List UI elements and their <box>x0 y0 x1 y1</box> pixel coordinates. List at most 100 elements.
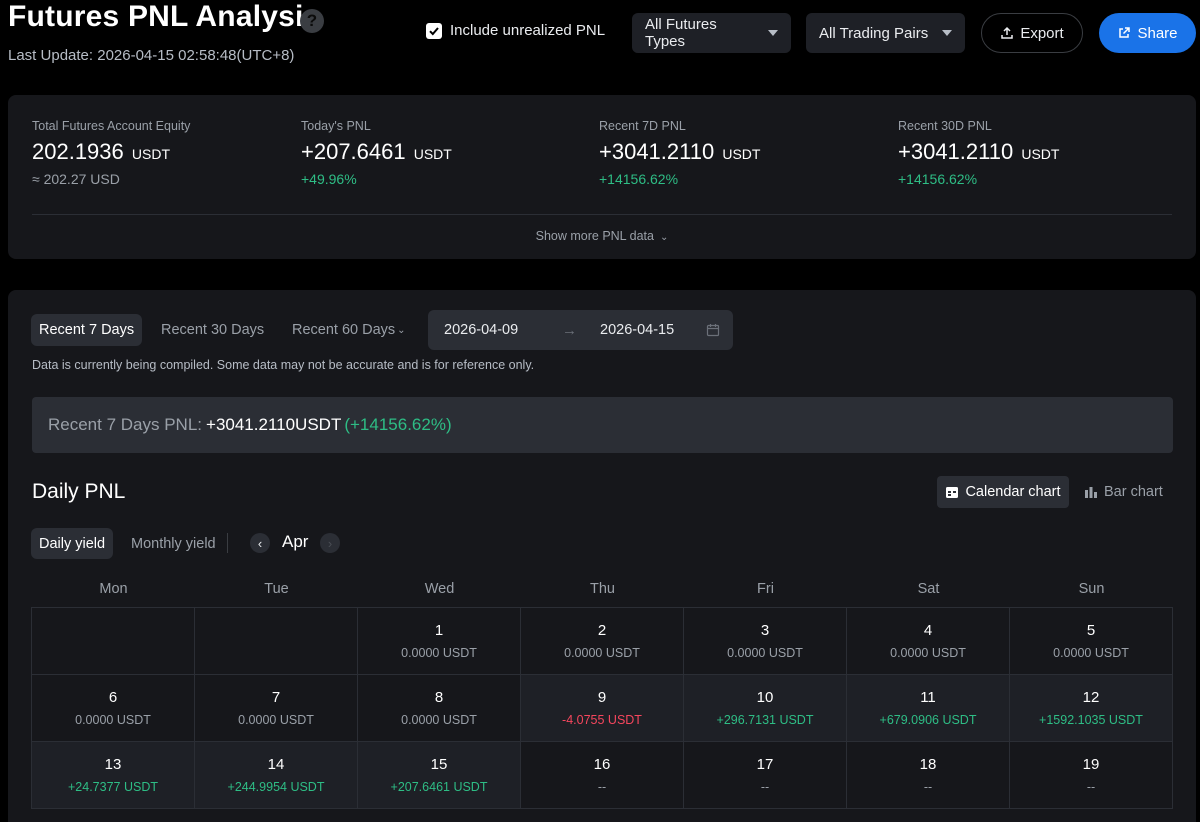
day-number: 19 <box>1082 756 1100 773</box>
caret-down-icon <box>942 30 952 36</box>
futures-type-select[interactable]: All Futures Types <box>632 13 791 53</box>
prev-month-button[interactable]: ‹ <box>250 533 270 553</box>
day-pnl: +244.9954 USDT <box>227 780 325 794</box>
stat-sub: +49.96% <box>301 171 357 187</box>
tab-recent-7-days[interactable]: Recent 7 Days <box>31 314 143 346</box>
calendar-chart-label: Calendar chart <box>965 484 1061 500</box>
weekday-label: Wed <box>424 581 455 597</box>
day-pnl: 0.0000 USDT <box>890 646 966 660</box>
day-number: 8 <box>434 689 444 706</box>
day-pnl: 0.0000 USDT <box>75 713 151 727</box>
calendar-day-empty <box>32 608 195 675</box>
calendar-day-cell[interactable]: 2 0.0000 USDT <box>521 608 684 675</box>
weekday-label: Sun <box>1078 581 1105 597</box>
day-pnl: -- <box>923 780 933 794</box>
day-pnl: -4.0755 USDT <box>562 713 642 727</box>
stat-sub: +14156.62% <box>898 171 978 187</box>
calendar-day-cell[interactable]: 9 -4.0755 USDT <box>521 675 684 742</box>
daily-pnl-title: Daily PNL <box>32 480 126 503</box>
include-unrealized-toggle[interactable]: Include unrealized PNL <box>426 22 605 39</box>
stat-value: +207.6461 USDT <box>301 139 452 164</box>
page-title: Futures PNL Analysis <box>8 0 321 33</box>
calendar-day-cell[interactable]: 12 +1592.1035 USDT <box>1010 675 1173 742</box>
summary-label: Recent 7 Days PNL: <box>48 415 203 434</box>
day-pnl: 0.0000 USDT <box>1053 646 1129 660</box>
tab-daily-yield[interactable]: Daily yield <box>31 528 114 559</box>
bar-chart-label: Bar chart <box>1104 484 1163 500</box>
day-pnl: -- <box>597 780 607 794</box>
data-notice: Data is currently being compiled. Some d… <box>32 358 535 372</box>
stat-sub: ≈ 202.27 USD <box>32 171 120 187</box>
calendar-day-cell[interactable]: 6 0.0000 USDT <box>32 675 195 742</box>
day-number: 12 <box>1082 689 1100 706</box>
day-number: 4 <box>923 622 933 639</box>
trading-pairs-value: All Trading Pairs <box>819 24 929 42</box>
stat-today-pnl: Today's PNL +207.6461 USDT +49.96% <box>301 119 452 187</box>
calendar-day-cell[interactable]: 11 +679.0906 USDT <box>847 675 1010 742</box>
export-button[interactable]: Export <box>981 13 1083 53</box>
last-update-text: Last Update: 2026-04-15 02:58:48(UTC+8) <box>8 47 295 64</box>
calendar-day-cell[interactable]: 7 0.0000 USDT <box>195 675 358 742</box>
start-date[interactable]: 2026-04-09 <box>444 322 518 338</box>
day-number: 10 <box>756 689 774 706</box>
show-more-label: Show more PNL data <box>535 229 654 243</box>
day-pnl: 0.0000 USDT <box>564 646 640 660</box>
bar-chart-icon <box>1085 487 1097 498</box>
help-icon[interactable]: ? <box>300 9 324 33</box>
trading-pairs-select[interactable]: All Trading Pairs <box>806 13 965 53</box>
bar-chart-button[interactable]: Bar chart <box>1084 476 1163 508</box>
weekday-label: Thu <box>590 581 615 597</box>
weekday-label: Fri <box>757 581 774 597</box>
calendar-day-cell[interactable]: 19 -- <box>1010 742 1173 809</box>
calendar-day-cell[interactable]: 5 0.0000 USDT <box>1010 608 1173 675</box>
weekday-label: Tue <box>264 581 289 597</box>
calendar-day-cell[interactable]: 10 +296.7131 USDT <box>684 675 847 742</box>
futures-type-value: All Futures Types <box>645 16 717 50</box>
tab-monthly-yield[interactable]: Monthly yield <box>123 528 224 559</box>
calendar-day-cell[interactable]: 3 0.0000 USDT <box>684 608 847 675</box>
calendar-day-cell[interactable]: 16 -- <box>521 742 684 809</box>
day-number: 16 <box>593 756 611 773</box>
tab-recent-60-days[interactable]: Recent 60 Days ⌄ <box>284 314 414 346</box>
day-number: 5 <box>1086 622 1096 639</box>
date-range-picker[interactable]: 2026-04-09 → 2026-04-15 <box>428 310 733 350</box>
tab-recent-30-days[interactable]: Recent 30 Days <box>153 314 272 346</box>
calendar-day-cell[interactable]: 4 0.0000 USDT <box>847 608 1010 675</box>
export-label: Export <box>1020 24 1064 42</box>
calendar-chart-button[interactable]: Calendar chart <box>937 476 1069 508</box>
calendar-day-cell[interactable]: 14 +244.9954 USDT <box>195 742 358 809</box>
calendar-day-cell[interactable]: 13 +24.7377 USDT <box>32 742 195 809</box>
calendar-day-cell[interactable]: 1 0.0000 USDT <box>358 608 521 675</box>
end-date[interactable]: 2026-04-15 <box>600 322 674 338</box>
chevron-down-icon: ⌄ <box>659 232 669 243</box>
day-number: 2 <box>597 622 607 639</box>
share-label: Share <box>1137 24 1178 42</box>
arrow-right-icon: → <box>562 321 577 339</box>
checkbox-icon[interactable] <box>426 22 442 39</box>
day-pnl: +207.6461 USDT <box>390 780 488 794</box>
day-number: 15 <box>430 756 448 773</box>
divider <box>227 533 228 553</box>
calendar-grid: 1 0.0000 USDT 2 0.0000 USDT 3 0.0000 USDT 4… <box>31 607 1173 809</box>
weekday-header: Mon Tue Wed Thu Fri Sat Sun <box>32 578 1173 608</box>
stat-value: +3041.2110 USDT <box>898 139 1060 164</box>
calendar-day-cell[interactable]: 17 -- <box>684 742 847 809</box>
include-unrealized-label: Include unrealized PNL <box>450 22 606 39</box>
caret-down-icon <box>768 30 778 36</box>
day-pnl: -- <box>760 780 770 794</box>
stat-label: Today's PNL <box>301 119 371 133</box>
stat-30d-pnl: Recent 30D PNL +3041.2110 USDT +14156.62… <box>898 119 1059 187</box>
day-number: 11 <box>920 689 936 706</box>
share-button[interactable]: Share <box>1099 13 1196 53</box>
calendar-icon <box>946 487 959 498</box>
calendar-day-cell[interactable]: 15 +207.6461 USDT <box>358 742 521 809</box>
period-summary: Recent 7 Days PNL: +3041.2110USDT (+1415… <box>32 397 1173 453</box>
calendar-day-cell[interactable]: 8 0.0000 USDT <box>358 675 521 742</box>
day-pnl: 0.0000 USDT <box>401 713 477 727</box>
chevron-down-icon: ⌄ <box>397 324 406 336</box>
day-pnl: +1592.1035 USDT <box>1039 713 1143 727</box>
calendar-day-cell[interactable]: 18 -- <box>847 742 1010 809</box>
day-pnl: 0.0000 USDT <box>727 646 803 660</box>
next-month-button[interactable]: › <box>320 533 340 553</box>
show-more-button[interactable]: Show more PNL data ⌄ <box>8 229 1196 243</box>
